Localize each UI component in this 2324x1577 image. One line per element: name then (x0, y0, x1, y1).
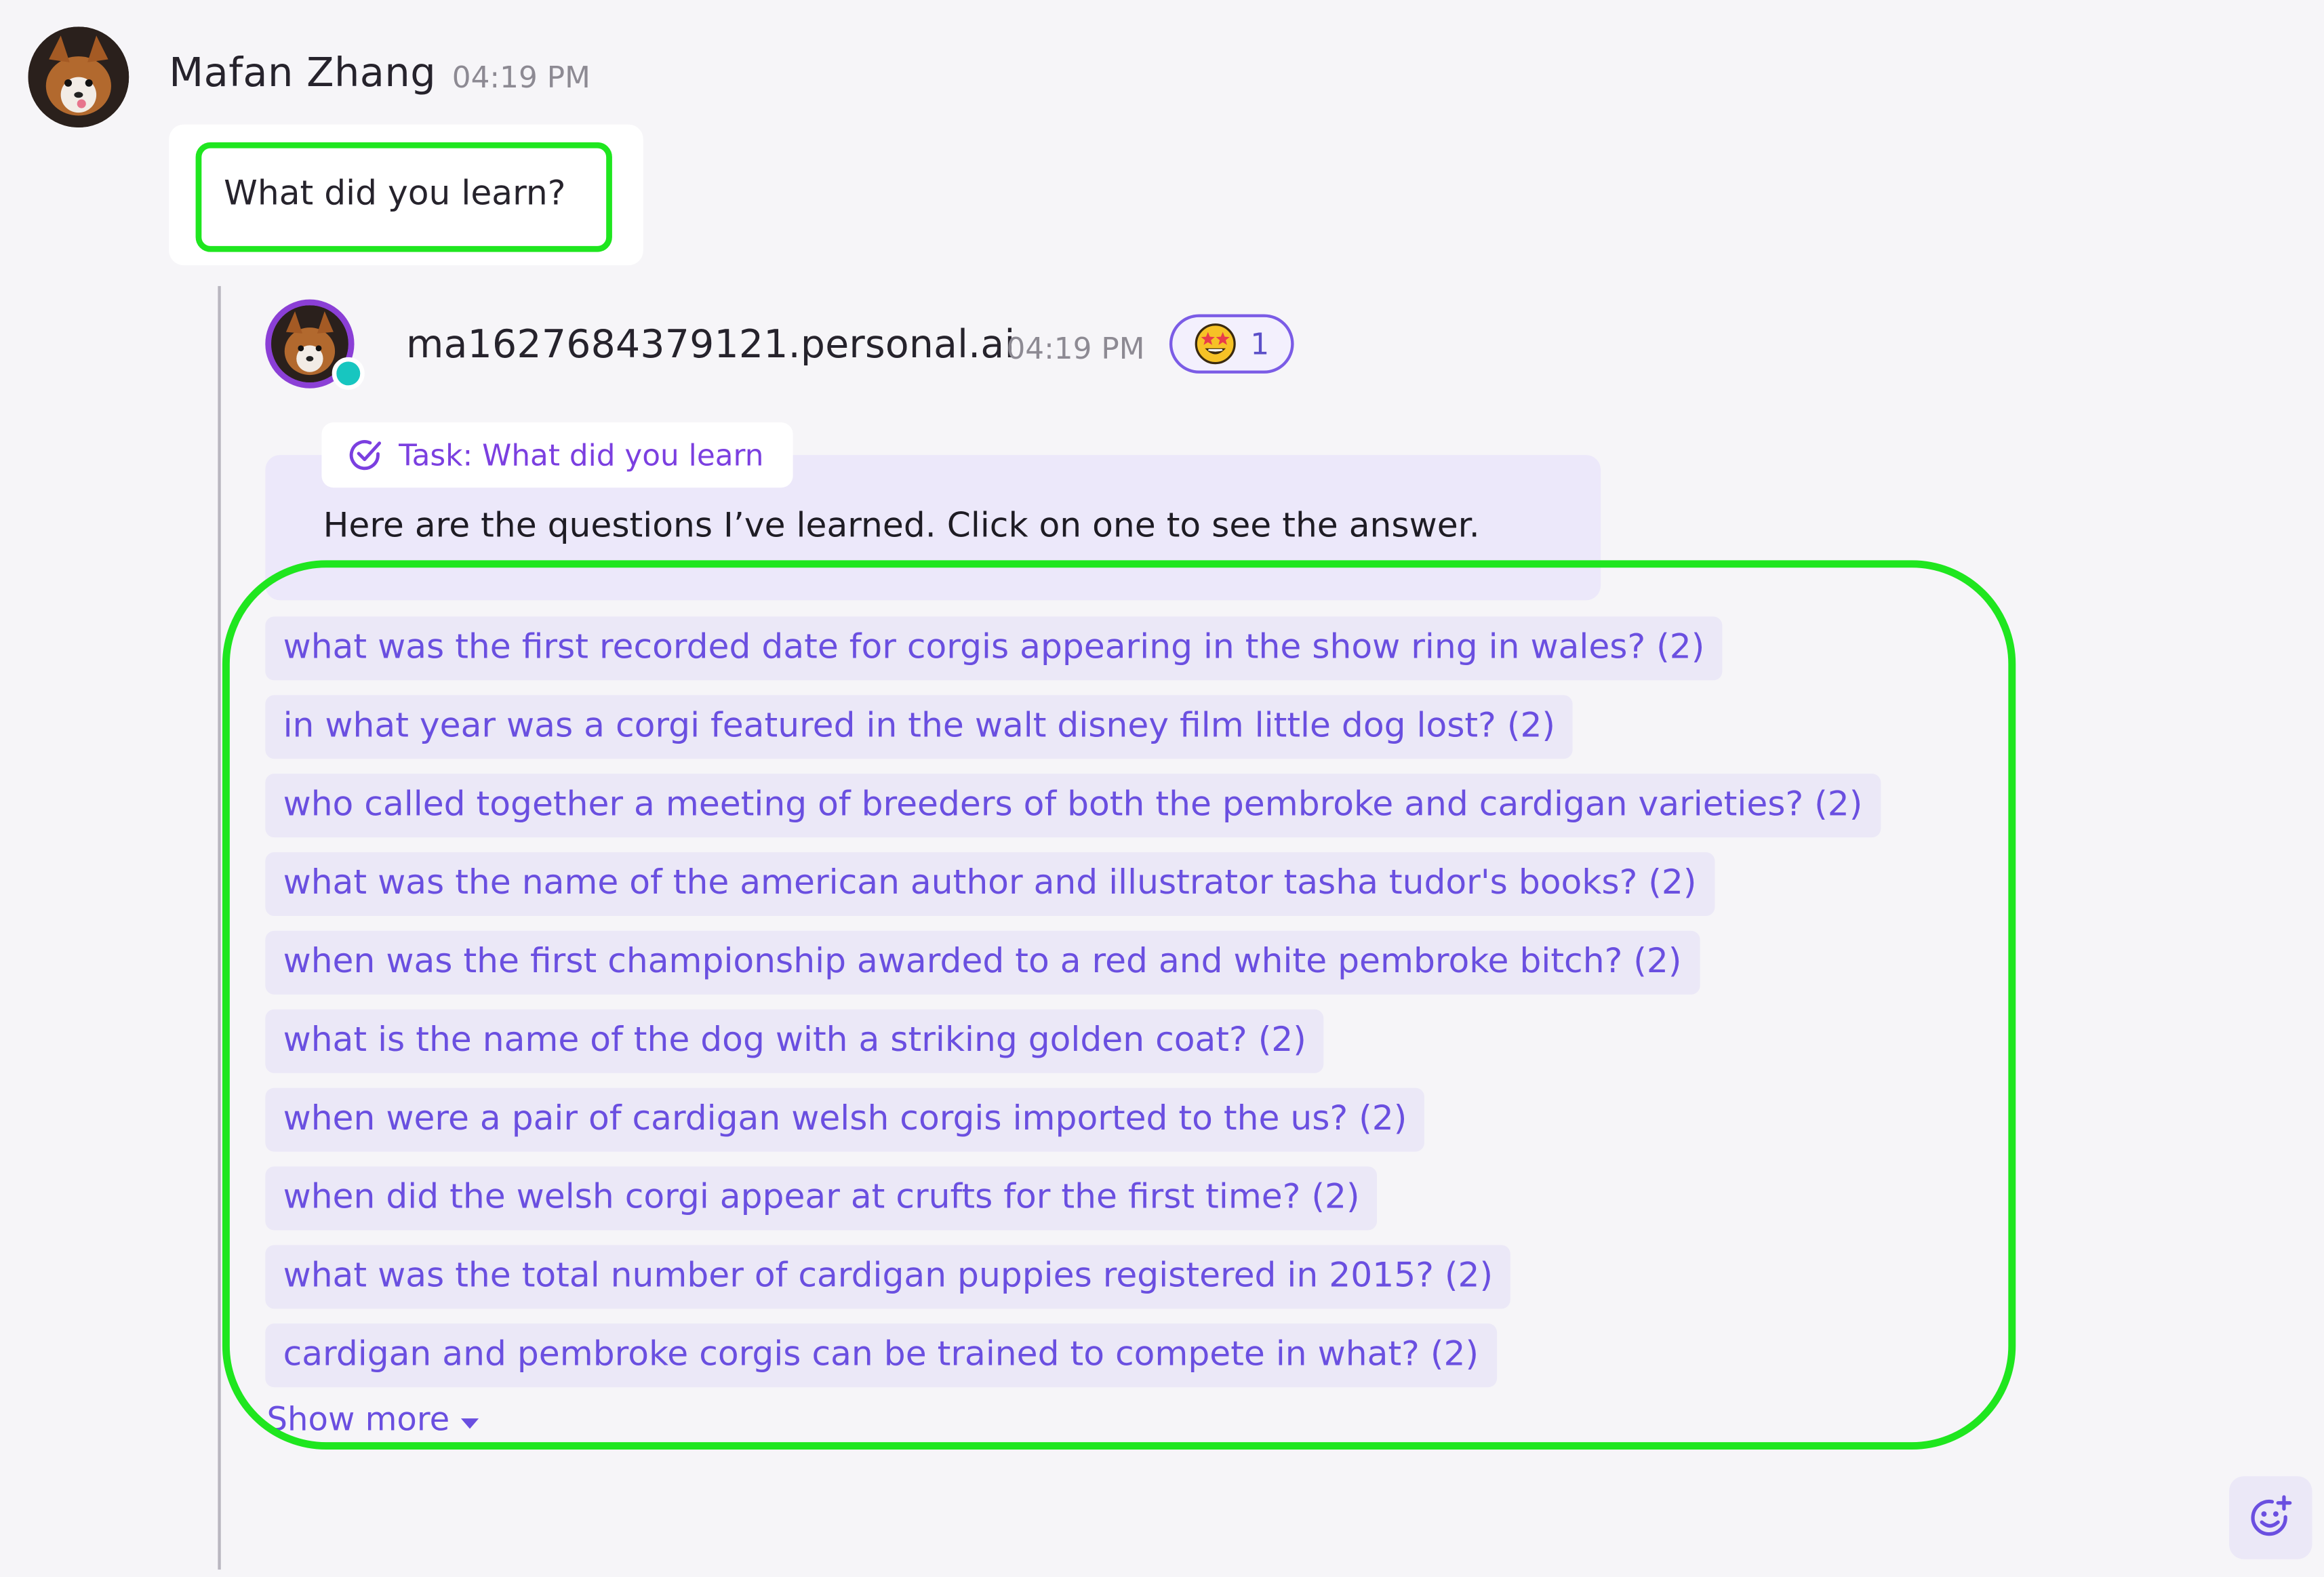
check-circle-icon (349, 440, 382, 471)
star-struck-emoji-icon (1194, 323, 1235, 365)
online-status-dot (332, 357, 365, 390)
task-label: Task: What did you learn (399, 437, 764, 473)
reaction-count: 1 (1250, 325, 1270, 362)
highlight-box-questions (222, 560, 2016, 1450)
reaction-button[interactable]: 1 (1169, 314, 1294, 374)
add-reaction-button[interactable] (2229, 1476, 2312, 1559)
message-author[interactable]: Mafan Zhang (169, 50, 436, 96)
add-emoji-icon (2251, 1495, 2292, 1536)
task-chip[interactable]: Task: What did you learn (321, 422, 793, 488)
intro-text: Here are the questions I’ve learned. Cli… (323, 506, 1480, 546)
reply-timestamp: 04:19 PM (1006, 330, 1145, 366)
highlight-box-question (195, 142, 612, 252)
message-timestamp: 04:19 PM (452, 59, 590, 95)
reply-author[interactable]: ma1627684379121.personal.ai (406, 323, 1015, 368)
user-avatar[interactable] (28, 26, 129, 128)
thread-line (218, 285, 221, 1570)
